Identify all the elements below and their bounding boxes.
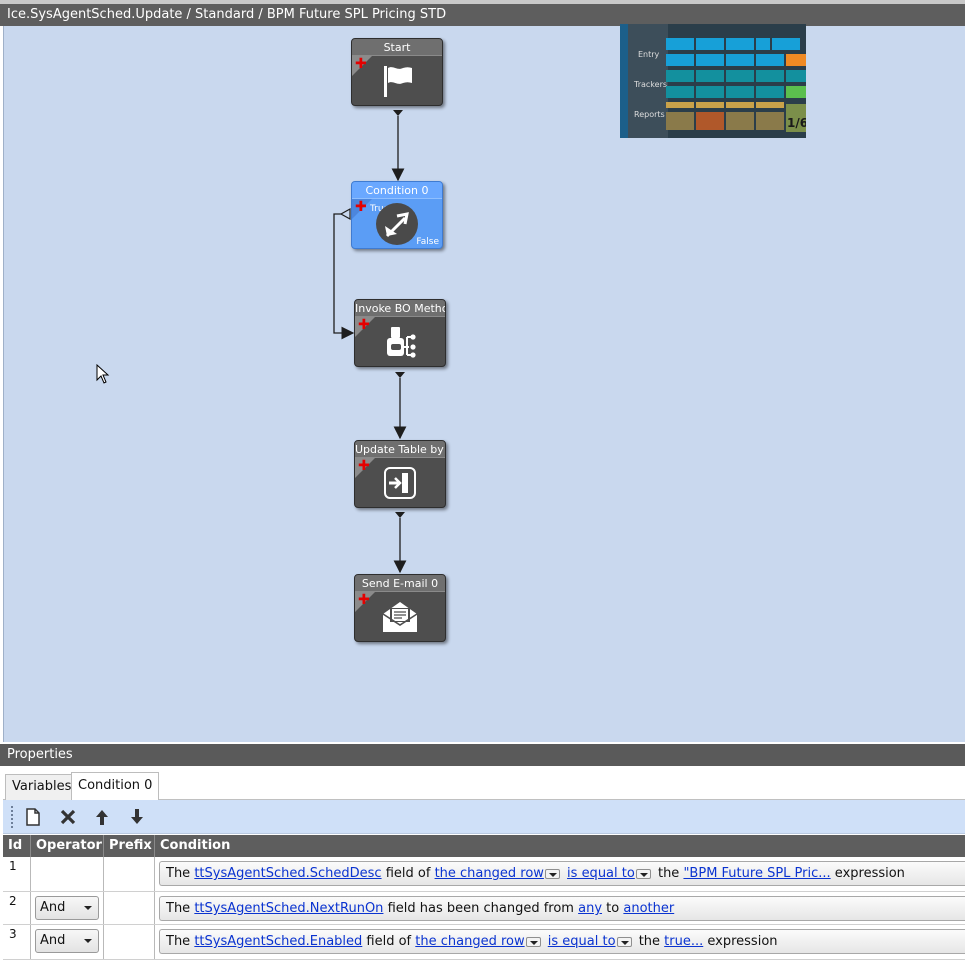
comparison-link[interactable]: is equal to [567,866,635,881]
workflow-connectors [333,110,407,574]
window-title: Ice.SysAgentSched.Update / Standard / BP… [0,0,965,26]
comparison-dropdown-icon[interactable] [616,937,632,947]
operator-value: And [40,933,66,948]
new-icon[interactable] [20,804,46,830]
send-email-node[interactable]: Send E-mail 0 ✚ [354,574,446,642]
node-title: Condition 0 [352,182,442,199]
column-header-operator[interactable]: Operator [31,835,104,857]
operator-value: And [40,900,66,915]
condition-text: The [166,866,191,881]
prefix-cell[interactable] [104,892,155,924]
operator-select[interactable]: And [35,929,99,953]
prefix-cell[interactable] [104,857,155,891]
condition-text: field has been changed from [387,901,574,916]
value-link[interactable]: "BPM Future SPL Pric... [683,866,830,881]
comparison-dropdown-icon[interactable] [635,869,651,879]
to-value-link[interactable]: another [623,901,674,916]
comparison-link[interactable]: is equal to [548,934,616,949]
condition-text: expression [834,866,905,881]
minimap-page: 1/6 [787,116,806,130]
properties-header: Properties [0,744,965,766]
scope-dropdown-icon[interactable] [525,937,541,947]
move-up-icon[interactable] [89,804,115,830]
table-row[interactable]: 3 And The ttSysAgentSched.Enabled field … [3,925,965,960]
value-link[interactable]: true... [664,934,703,949]
delete-icon[interactable] [55,804,81,830]
condition-text: field of [366,934,412,949]
row-id: 1 [3,857,31,891]
condition-expression: The ttSysAgentSched.Enabled field of the… [159,929,965,954]
workflow-canvas[interactable]: Start ✚ Condition 0 ✚ True False Invoke … [3,26,965,742]
envelope-icon [355,593,445,641]
prefix-cell[interactable] [104,925,155,959]
table-row[interactable]: 1 The ttSysAgentSched.SchedDesc field of… [3,857,965,892]
toolbar-grip [11,806,13,828]
condition-toolbar [3,800,965,834]
update-table-node[interactable]: Update Table by Q ✚ [354,440,446,508]
update-table-icon [355,459,445,507]
row-id: 2 [3,892,31,924]
operator-cell [31,857,104,891]
row-scope-link[interactable]: the changed row [415,934,524,949]
node-title: Start [352,39,442,56]
condition-text: to [606,901,620,916]
conditions-table: Id Operator Prefix Condition 1 The ttSys… [3,835,965,960]
flag-icon [352,57,442,105]
condition-text: The [166,934,191,949]
row-scope-link[interactable]: the changed row [435,866,544,881]
column-header-id[interactable]: Id [3,835,31,857]
from-value-link[interactable]: any [578,901,602,916]
move-down-icon[interactable] [124,804,150,830]
mouse-cursor-icon [96,363,110,388]
condition-expression: The ttSysAgentSched.SchedDesc field of t… [159,861,965,886]
condition-text: expression [707,934,778,949]
column-header-prefix[interactable]: Prefix [104,835,155,857]
invoke-bo-method-node[interactable]: Invoke BO Method ✚ [354,299,446,367]
tab-condition-0[interactable]: Condition 0 [71,772,160,800]
start-node[interactable]: Start ✚ [351,38,443,106]
invoke-bo-method-icon [355,318,445,366]
condition-text: field of [385,866,431,881]
field-link[interactable]: ttSysAgentSched.Enabled [194,934,362,949]
field-link[interactable]: ttSysAgentSched.SchedDesc [194,866,381,881]
column-header-condition[interactable]: Condition [155,835,965,857]
condition-text: the [638,934,661,949]
tab-variables[interactable]: Variables [5,774,79,800]
node-title: Send E-mail 0 [355,575,445,592]
condition-text: the [657,866,680,881]
operator-select[interactable]: And [35,896,99,920]
condition-expression: The ttSysAgentSched.NextRunOn field has … [159,896,965,921]
node-title: Invoke BO Method [355,300,445,317]
chevron-down-icon [84,939,92,943]
node-title: Update Table by Q [355,441,445,458]
scope-dropdown-icon[interactable] [544,869,560,879]
condition-text: The [166,901,191,916]
canvas-minimap[interactable]: Entry Trackers Reports 1/6 [620,24,806,138]
table-row[interactable]: 2 And The ttSysAgentSched.NextRunOn fiel… [3,892,965,925]
row-id: 3 [3,925,31,959]
properties-tabs: Variables Condition 0 [3,766,965,800]
field-link[interactable]: ttSysAgentSched.NextRunOn [194,901,383,916]
condition-arrows-icon [352,200,442,248]
chevron-down-icon [84,906,92,910]
condition-node[interactable]: Condition 0 ✚ True False [351,181,443,249]
